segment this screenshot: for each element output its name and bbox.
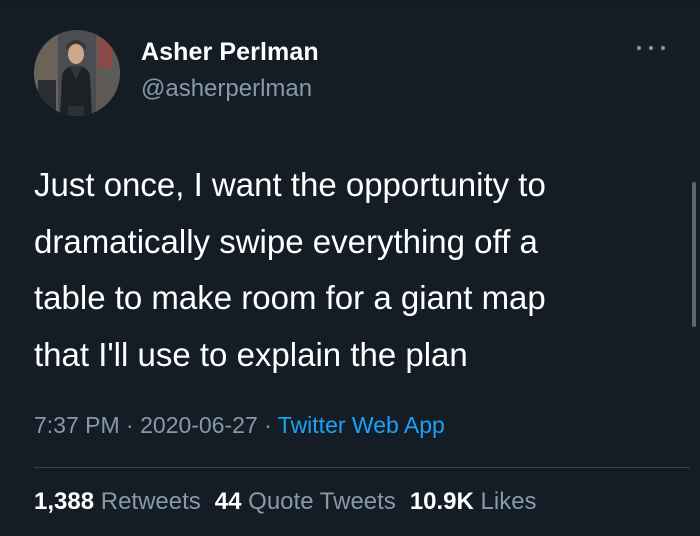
avatar[interactable]: [34, 30, 120, 116]
tweet-time[interactable]: 7:37 PM: [34, 412, 120, 438]
tweet-source[interactable]: Twitter Web App: [278, 412, 445, 438]
separator: ·: [257, 412, 278, 438]
author-handle[interactable]: @asherperlman: [141, 75, 312, 103]
tweet-line: table to make room for a giant map: [34, 279, 546, 316]
profile-photo-icon: [34, 30, 120, 116]
quote-tweets-stat[interactable]: 44 Quote Tweets: [215, 488, 396, 515]
separator: ·: [119, 412, 141, 438]
top-edge: [0, 0, 700, 8]
author-name[interactable]: Asher Perlman: [141, 38, 319, 67]
retweets-count: 1,388: [34, 488, 95, 515]
dot: [661, 46, 665, 50]
tweet-meta: 7:37 PM · 2020-06-27 · Twitter Web App: [34, 412, 445, 439]
tweet-date[interactable]: 2020-06-27: [140, 412, 258, 438]
tweet-line: Just once, I want the opportunity to: [34, 166, 546, 203]
dot: [637, 46, 641, 50]
tweet-card: Asher Perlman @asherperlman Just once, I…: [0, 0, 700, 536]
likes-stat[interactable]: 10.9K Likes: [410, 488, 537, 515]
tweet-text: Just once, I want the opportunity to dra…: [34, 157, 674, 383]
quote-tweets-count: 44: [214, 488, 242, 515]
tweet-line: dramatically swipe everything off a: [34, 222, 538, 260]
more-options-icon[interactable]: [637, 38, 665, 58]
engagement-stats: 1,388 Retweets 44 Quote Tweets 10.9K Likes: [34, 488, 551, 516]
divider: [34, 467, 690, 468]
scrollbar[interactable]: [692, 182, 696, 327]
retweets-stat[interactable]: 1,388 Retweets: [34, 488, 201, 515]
likes-count: 10.9K: [409, 488, 474, 515]
quote-tweets-label: Quote Tweets: [248, 488, 396, 515]
retweets-label: Retweets: [100, 488, 201, 515]
likes-label: Likes: [480, 488, 537, 515]
tweet-line: that I'll use to explain the plan: [34, 335, 468, 373]
dot: [649, 46, 653, 50]
